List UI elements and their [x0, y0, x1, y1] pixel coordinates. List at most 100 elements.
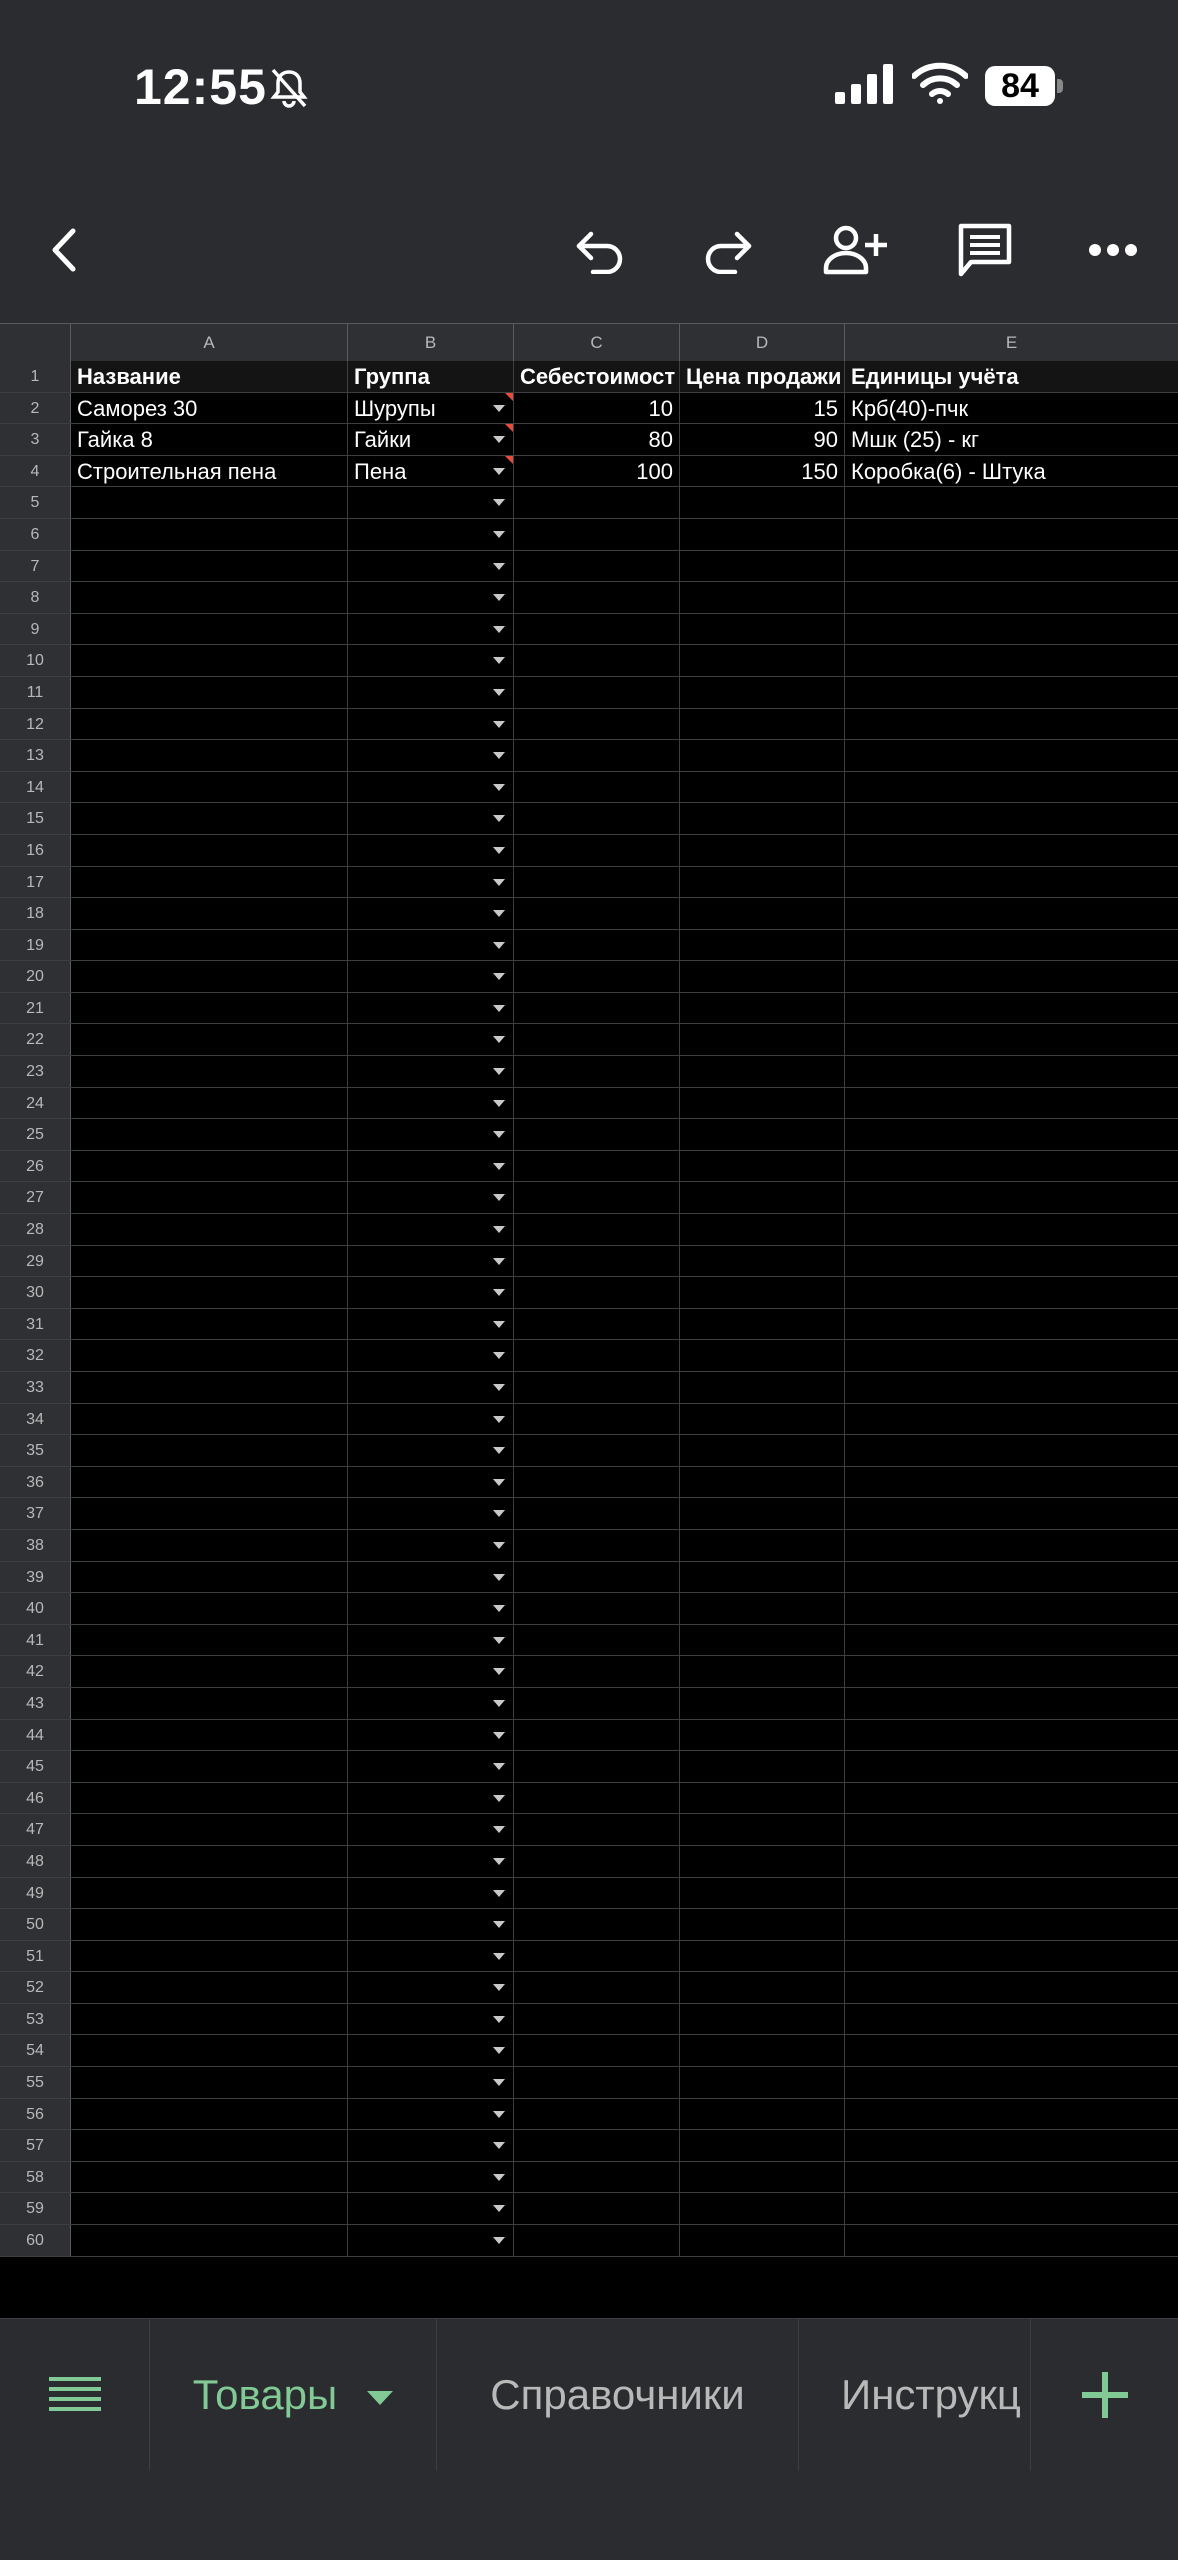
cell-b[interactable]	[348, 2225, 514, 2256]
dropdown-arrow-icon[interactable]	[493, 1478, 505, 1486]
row-number[interactable]: 39	[0, 1561, 71, 1593]
dropdown-arrow-icon[interactable]	[493, 1162, 505, 1170]
cell-b[interactable]	[348, 1845, 514, 1877]
dropdown-arrow-icon[interactable]	[493, 2173, 505, 2181]
dropdown-arrow-icon[interactable]	[493, 1352, 505, 1360]
dropdown-arrow-icon[interactable]	[493, 404, 505, 412]
cell-d[interactable]	[680, 1719, 845, 1751]
cell-c[interactable]	[514, 645, 680, 676]
cell-a[interactable]	[71, 866, 348, 898]
cell-e[interactable]	[845, 614, 1178, 645]
cell-e[interactable]	[845, 1435, 1178, 1466]
cell-d[interactable]	[680, 582, 845, 613]
cell-b[interactable]	[348, 1466, 514, 1498]
comment-icon[interactable]	[950, 215, 1020, 285]
cell-d[interactable]	[680, 1119, 845, 1150]
cell-e[interactable]	[845, 1941, 1178, 1972]
cell-c[interactable]	[514, 1593, 680, 1624]
cell-a[interactable]	[71, 1466, 348, 1498]
cell-d[interactable]	[680, 2098, 845, 2130]
cell-c[interactable]	[514, 1909, 680, 1940]
cell-b[interactable]	[348, 2098, 514, 2130]
cell-a[interactable]	[71, 1782, 348, 1814]
cell-c[interactable]	[514, 518, 680, 550]
cell-c3[interactable]: 80	[514, 424, 680, 455]
cell-b[interactable]	[348, 2161, 514, 2193]
row-number[interactable]: 33	[0, 1372, 71, 1403]
cell-b[interactable]	[348, 1056, 514, 1087]
cell-c[interactable]	[514, 834, 680, 866]
cell-e2[interactable]: Крб(40)-пчк	[845, 393, 1178, 424]
cell-a[interactable]	[71, 613, 348, 645]
dropdown-arrow-icon[interactable]	[493, 1510, 505, 1518]
dropdown-arrow-icon[interactable]	[493, 1004, 505, 1012]
cell-e[interactable]	[845, 1277, 1178, 1308]
cell-c[interactable]	[514, 676, 680, 708]
row-number[interactable]: 56	[0, 2098, 71, 2130]
cell-e[interactable]	[845, 835, 1178, 866]
cell-b[interactable]	[348, 1214, 514, 1245]
cell-c[interactable]	[514, 992, 680, 1024]
cell-a[interactable]	[71, 550, 348, 582]
cell-b[interactable]	[348, 2035, 514, 2067]
row-number[interactable]: 15	[0, 803, 71, 834]
cell-d[interactable]	[680, 1245, 845, 1277]
cell-a4[interactable]: Строительная пена	[71, 455, 348, 487]
cell-e[interactable]	[845, 2162, 1178, 2193]
spreadsheet-grid[interactable]: A B C D E 1 Название Группа Себестоимост…	[0, 323, 1178, 2318]
cell-c[interactable]	[514, 1751, 680, 1782]
dropdown-arrow-icon[interactable]	[493, 1605, 505, 1613]
cell-d1[interactable]: Цена продажи	[680, 361, 845, 392]
cell-c1[interactable]: Себестоимост	[514, 361, 680, 392]
column-header-b[interactable]: B	[348, 324, 514, 361]
cell-e[interactable]	[845, 1562, 1178, 1593]
cell-a[interactable]	[71, 1024, 348, 1056]
row-number[interactable]: 14	[0, 771, 71, 803]
dropdown-arrow-icon[interactable]	[493, 1541, 505, 1549]
cell-a[interactable]	[71, 2193, 348, 2225]
row-number[interactable]: 16	[0, 834, 71, 866]
cell-c[interactable]	[514, 1056, 680, 1087]
cell-c[interactable]	[514, 1435, 680, 1466]
cell-e[interactable]	[845, 2004, 1178, 2035]
row-number[interactable]: 52	[0, 1972, 71, 2003]
cell-b[interactable]	[348, 1624, 514, 1656]
cell-d[interactable]	[680, 550, 845, 582]
cell-b[interactable]	[348, 1529, 514, 1561]
cell-e[interactable]	[845, 1182, 1178, 1213]
cell-a[interactable]	[71, 1624, 348, 1656]
dropdown-arrow-icon[interactable]	[493, 1036, 505, 1044]
cell-c[interactable]	[514, 1498, 680, 1529]
cell-a[interactable]	[71, 2035, 348, 2067]
cell-b2[interactable]: Шурупы	[348, 392, 514, 424]
row-number[interactable]: 36	[0, 1466, 71, 1498]
row-number[interactable]: 59	[0, 2193, 71, 2225]
cell-e[interactable]	[845, 1593, 1178, 1624]
cell-b[interactable]	[348, 1972, 514, 2003]
cell-d[interactable]	[680, 2161, 845, 2193]
row-number[interactable]: 51	[0, 1940, 71, 1972]
cell-e[interactable]	[845, 1467, 1178, 1498]
row-number[interactable]: 9	[0, 613, 71, 645]
cell-a[interactable]	[71, 1751, 348, 1782]
cell-d[interactable]	[680, 961, 845, 992]
cell-a[interactable]	[71, 2098, 348, 2130]
row-number[interactable]: 57	[0, 2130, 71, 2161]
column-header-d[interactable]: D	[680, 324, 845, 361]
cell-b[interactable]	[348, 1593, 514, 1624]
cell-a[interactable]	[71, 2161, 348, 2193]
dropdown-arrow-icon[interactable]	[493, 1131, 505, 1139]
row-number[interactable]: 40	[0, 1593, 71, 1624]
tab-menu-caret-icon[interactable]	[367, 2390, 394, 2405]
cell-e[interactable]	[845, 2035, 1178, 2066]
cell-c[interactable]	[514, 1814, 680, 1845]
cell-d[interactable]	[680, 1814, 845, 1845]
cell-a[interactable]	[71, 2067, 348, 2098]
cell-d[interactable]	[680, 1529, 845, 1561]
cell-a[interactable]	[71, 1150, 348, 1182]
row-number[interactable]: 38	[0, 1529, 71, 1561]
dropdown-arrow-icon[interactable]	[493, 2047, 505, 2055]
dropdown-arrow-icon[interactable]	[493, 752, 505, 760]
cell-c[interactable]	[514, 1024, 680, 1056]
dropdown-arrow-icon[interactable]	[493, 1447, 505, 1455]
